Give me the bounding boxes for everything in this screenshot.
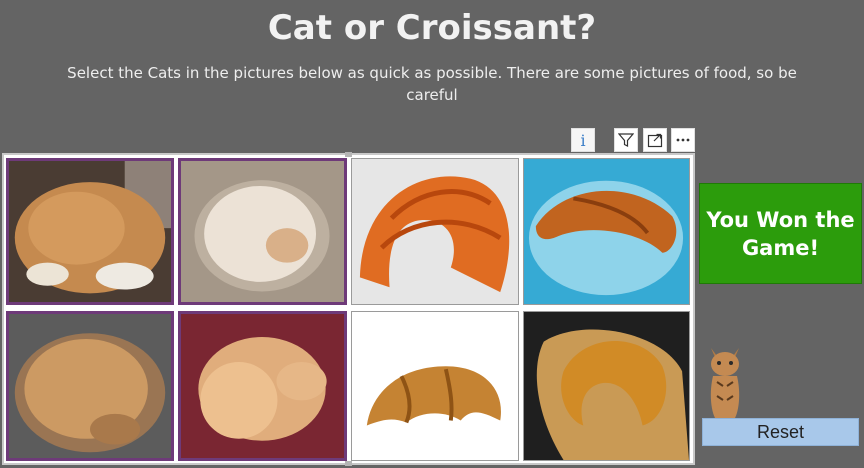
instructions-text: Select the Cats in the pictures below as… <box>67 64 797 104</box>
focus-mode-icon <box>647 133 663 148</box>
cat-tile-2[interactable] <box>178 158 347 305</box>
more-options-button[interactable] <box>671 128 695 152</box>
cat-in-chair-image <box>9 314 171 458</box>
resize-handle-bottom[interactable] <box>345 461 352 466</box>
focus-mode-button[interactable] <box>643 128 667 152</box>
page-title: Cat or Croissant? <box>267 8 597 48</box>
sleeping-cat-image <box>9 161 171 302</box>
curled-cat-image <box>181 161 344 302</box>
more-options-icon <box>676 138 690 142</box>
filter-icon <box>618 133 634 147</box>
croissant-on-blue-plate-image <box>524 159 689 304</box>
croissant-image <box>352 159 518 304</box>
reset-button[interactable]: Reset <box>702 418 859 446</box>
cat-mascot-icon <box>710 348 740 418</box>
cat-on-red-blanket-image <box>181 314 344 458</box>
filter-button[interactable] <box>614 128 638 152</box>
image-grid-visual <box>2 152 695 466</box>
info-icon: i <box>580 130 586 150</box>
croissant-tile-3[interactable] <box>351 311 519 461</box>
cat-tile-1[interactable] <box>6 158 174 305</box>
cat-tile-4[interactable] <box>178 311 347 461</box>
croissant-tile-2[interactable] <box>523 158 690 305</box>
croissant-white-bg-image <box>352 312 518 460</box>
croissant-on-board-image <box>524 312 689 460</box>
info-button[interactable]: i <box>571 128 595 152</box>
croissant-tile-4[interactable] <box>523 311 690 461</box>
cat-mascot-image <box>703 338 747 418</box>
cat-tile-3[interactable] <box>6 311 174 461</box>
game-result-banner: You Won the Game! <box>699 183 862 284</box>
resize-handle-top[interactable] <box>345 152 352 157</box>
croissant-tile-1[interactable] <box>351 158 519 305</box>
